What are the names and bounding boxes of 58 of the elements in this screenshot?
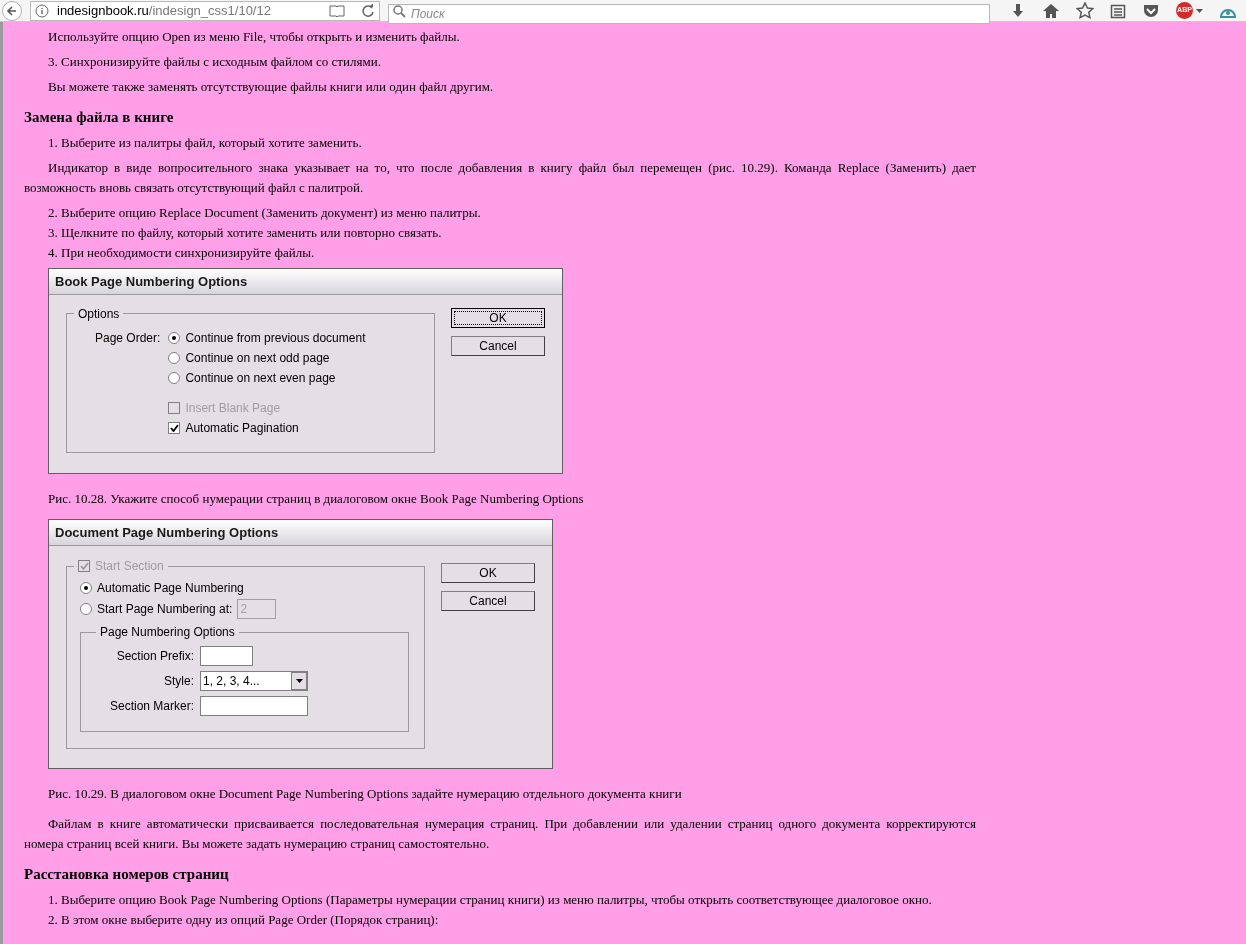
section-heading: Замена файла в книге: [24, 108, 175, 127]
radio-label: Start Page Numbering at:: [97, 601, 233, 618]
text-field[interactable]: [200, 646, 253, 666]
field-label: Style:: [163, 673, 194, 690]
search-field[interactable]: Поиск: [388, 3, 990, 24]
dialog-button[interactable]: OK: [451, 308, 545, 328]
radio-label: Continue on next even page: [185, 369, 336, 387]
paragraph: Индикатор в виде вопросительного знака указывает на то, что после добавления в книгу файл был перемещен (рис. 10.29). Команда Replace (Заменить) дает возможность вновь связать отсутствующий файл с палитрой.: [24, 159, 976, 197]
list-item: 2. В этом окне выберите одну из опций Page Order (Порядок страниц):: [47, 911, 440, 929]
caret-icon: [1196, 8, 1203, 13]
field-label: Section Prefix:: [115, 648, 194, 665]
dialog-button[interactable]: OK: [441, 563, 535, 583]
dialog-title: Document Page Numbering Options: [49, 520, 552, 546]
info-icon[interactable]: [35, 3, 49, 18]
radio-label: Continue on next odd page: [185, 349, 330, 367]
radio-button[interactable]: [168, 371, 181, 384]
reader-view-icon[interactable]: [329, 4, 345, 17]
dialog-button[interactable]: Cancel: [441, 591, 535, 611]
list-item: 2. Выберите опцию Replace Document (Заменить документ) из меню палитры.: [47, 204, 482, 222]
download-icon[interactable]: [1010, 2, 1026, 19]
list-item: 1. Выберите опцию Book Page Numbering Options (Параметры нумерации страниц книги) из меню палитры, чтобы открыть соответствующее диалоговое окно.: [47, 891, 933, 909]
pocket-icon[interactable]: [1142, 2, 1160, 19]
back-arrow-icon: [6, 4, 18, 17]
home-icon[interactable]: [1042, 2, 1060, 19]
radio-label: Continue from previous document: [185, 329, 366, 347]
address-bar[interactable]: indesignbook.ru/indesign_css1/10/12: [30, 0, 380, 21]
section-heading: Расстановка номеров страниц: [24, 865, 230, 884]
figure-caption: Рис. 10.28. Укажите способ нумерации страниц в диалоговом окне Book Page Numbering Options: [47, 490, 585, 508]
checkbox-label: Start Section: [95, 558, 164, 575]
style-dropdown[interactable]: 1, 2, 3, 4...: [200, 671, 308, 691]
list-item: 4. При необходимости синхронизируйте файлы.: [47, 244, 316, 262]
search-icon: [393, 4, 406, 18]
reload-icon[interactable]: [361, 3, 375, 18]
list-item: 3. Синхронизируйте файлы с исходным файлом со стилями.: [47, 53, 382, 71]
back-button[interactable]: [2, 0, 22, 21]
checkbox[interactable]: [168, 421, 181, 434]
paragraph: Файлам в книге автоматически присваивается последовательная нумерация страниц. При добавлении или удалении страниц одного документа корректируются номера страниц всей книги. Вы можете задать нумерацию страниц самостоятельно.: [24, 815, 976, 853]
list-icon[interactable]: [1110, 2, 1126, 19]
radio-button[interactable]: [168, 351, 181, 364]
text-field[interactable]: [200, 696, 308, 716]
list-item: 3. Щелкните по файлу, который хотите заменить или повторно связать.: [47, 224, 443, 242]
paragraph: Используйте опцию Open из меню File, чтобы открыть и изменить файлы.: [47, 28, 461, 46]
radio-button[interactable]: [168, 331, 181, 344]
checkbox-label: Insert Blank Page: [185, 399, 281, 417]
checkbox-label: Automatic Pagination: [185, 419, 299, 437]
radio-label: Automatic Page Numbering: [97, 580, 244, 597]
group-legend: Options: [74, 307, 124, 321]
dialog-title: Book Page Numbering Options: [49, 269, 562, 295]
radio-button[interactable]: [80, 603, 92, 615]
paragraph: Вы можете также заменять отсутствующие файлы книги или один файл другим.: [47, 78, 495, 96]
radio-button[interactable]: [80, 582, 92, 594]
field-label: Section Marker:: [108, 698, 194, 715]
figure-caption: Рис. 10.29. В диалоговом окне Document Page Numbering Options задайте нумерацию отдельного документа книги: [47, 785, 683, 803]
field-label: Page Order:: [95, 329, 161, 347]
bookmark-star-icon[interactable]: [1076, 2, 1094, 19]
dialog-button[interactable]: Cancel: [451, 336, 545, 356]
url-text: indesignbook.ru/indesign_css1/10/12: [57, 1, 272, 20]
list-item: 1. Выберите из палитры файл, который хотите заменить.: [47, 134, 363, 152]
